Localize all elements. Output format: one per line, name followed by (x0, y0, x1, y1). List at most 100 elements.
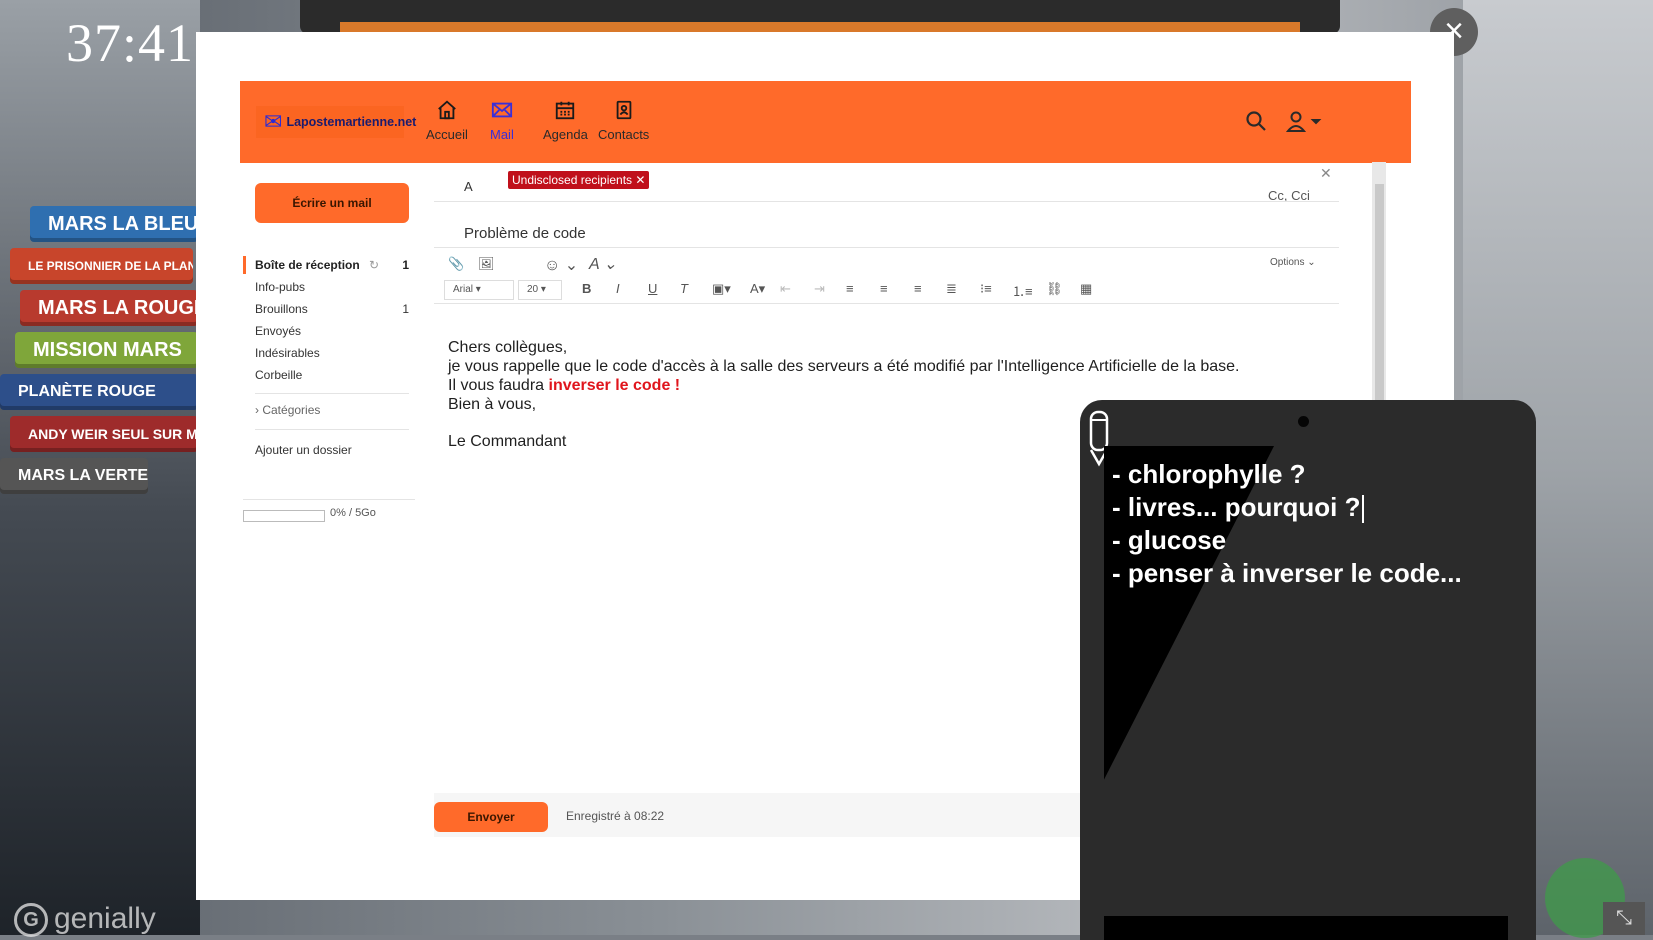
sidebar: Écrire un mail Boîte de réception ↻ 1 In… (240, 163, 425, 853)
font-family-select[interactable]: Arial ▾ (444, 280, 514, 300)
bold-icon[interactable]: B (582, 281, 591, 296)
text-cursor (1362, 495, 1365, 524)
note-text: - livres... pourquoi ? (1112, 492, 1361, 522)
scrollbar[interactable] (1372, 162, 1386, 422)
saved-status: Enregistré à 08:22 (566, 809, 665, 823)
active-folder-indicator (243, 256, 246, 274)
link-icon[interactable]: ⛓ (1046, 281, 1063, 297)
book: MARS LA VERTE (0, 458, 148, 494)
folder-inbox[interactable]: Boîte de réception ↻ 1 (255, 258, 409, 272)
remove-recipient-icon[interactable]: ✕ (635, 173, 645, 187)
nav-contacts[interactable]: Contacts (598, 99, 649, 142)
genially-watermark: Ggenially (14, 902, 156, 938)
image-icon[interactable]: 🖼 (478, 256, 495, 272)
book: PLANÈTE ROUGE (0, 374, 198, 410)
genially-logo-icon: G (14, 903, 48, 938)
body-line: je vous rappelle que le code d'accès à l… (448, 358, 1240, 375)
note-line: - livres... pourquoi ? (1112, 491, 1462, 524)
book: ANDY WEIR SEUL SUR MARS (10, 416, 198, 452)
clear-format-icon[interactable]: T (680, 281, 688, 296)
close-recipients-icon[interactable]: ✕ (1320, 165, 1332, 182)
send-button[interactable]: Envoyer (434, 802, 548, 832)
tablet-camera (1298, 416, 1309, 427)
text-style-icon[interactable]: A ⌄ (589, 254, 617, 274)
divider (434, 247, 1339, 248)
recipient-chip[interactable]: Undisclosed recipients ✕ (508, 171, 650, 189)
attach-icon[interactable]: 📎 (448, 256, 464, 272)
nav-label: Contacts (598, 127, 650, 142)
folder-indesirables[interactable]: Indésirables (255, 346, 409, 360)
folder-label: Corbeille (255, 368, 303, 382)
font-size-select[interactable]: 20 ▾ (518, 280, 562, 300)
emoji-icon[interactable]: ☺ ⌄ (544, 255, 578, 275)
watermark-text: genially (54, 902, 156, 935)
subject-field[interactable]: Problème de code (464, 225, 586, 242)
home-icon (438, 100, 456, 120)
justify-icon[interactable]: ≣ (946, 281, 957, 297)
book: MARS LA BLEUE (30, 206, 198, 242)
align-right-icon[interactable]: ≡ (914, 281, 922, 296)
italic-icon[interactable]: I (616, 281, 620, 296)
chevron-right-icon: › (255, 403, 259, 417)
divider (434, 303, 1339, 304)
divider (255, 429, 409, 430)
divider (243, 499, 415, 500)
nav-label: Agenda (543, 127, 588, 142)
font-size-value: 20 (527, 284, 539, 295)
note-line: - chlorophylle ? (1112, 459, 1306, 489)
folder-info-pubs[interactable]: Info-pubs (255, 280, 409, 294)
folder-label: Brouillons (255, 302, 308, 316)
numbered-list-icon[interactable]: ⒈≡ (1012, 281, 1033, 300)
folder-corbeille[interactable]: Corbeille (255, 368, 409, 382)
categories-toggle[interactable]: › Catégories (255, 403, 409, 417)
folder-brouillons[interactable]: Brouillons 1 (255, 302, 409, 316)
nav-agenda[interactable]: Agenda (543, 99, 588, 142)
bullet-list-icon[interactable]: ⁝≡ (980, 281, 992, 297)
scrollbar-thumb[interactable] (1375, 184, 1384, 404)
fullscreen-icon[interactable]: ⤡ (1603, 902, 1645, 935)
logo[interactable]: ✉ Lapostemartienne.net (256, 106, 416, 138)
user-menu-icon[interactable] (1284, 109, 1324, 133)
book-stack: MARS LA BLEUE LE PRISONNIER DE LA PLANÈT… (0, 200, 200, 500)
align-left-icon[interactable]: ≡ (846, 281, 854, 296)
nav-label: Accueil (426, 127, 468, 142)
nav-mail[interactable]: Mail (490, 99, 514, 142)
options-label: Options (1270, 257, 1305, 268)
note-line: - penser à inverser le code... (1112, 558, 1462, 588)
categories-label: Catégories (262, 403, 321, 417)
body-line: Chers collègues, (448, 339, 568, 356)
envelope-icon: ✉ (264, 109, 283, 134)
refresh-icon[interactable]: ↻ (369, 258, 379, 272)
compose-button[interactable]: Écrire un mail (255, 183, 409, 223)
book: MARS LA ROUGE (20, 290, 198, 326)
folder-envoyes[interactable]: Envoyés (255, 324, 409, 338)
align-center-icon[interactable]: ≡ (880, 281, 888, 296)
divider (434, 201, 1339, 202)
options-toggle[interactable]: Options ⌄ (1270, 257, 1316, 268)
recipient-label: Undisclosed recipients (512, 173, 633, 187)
divider (255, 393, 409, 394)
highlight-icon[interactable]: ▣▾ (712, 281, 731, 297)
book: LE PRISONNIER DE LA PLANÈTE MARS (10, 248, 193, 284)
contacts-icon (616, 100, 631, 120)
folder-count: 1 (402, 302, 409, 316)
table-icon[interactable]: ▦ (1080, 281, 1092, 297)
mail-icon (491, 102, 513, 118)
calendar-icon (556, 101, 575, 120)
add-folder-link[interactable]: Ajouter un dossier (255, 443, 409, 457)
underline-icon[interactable]: U (648, 281, 657, 296)
notes-text[interactable]: - chlorophylle ? - livres... pourquoi ? … (1112, 458, 1462, 590)
search-icon[interactable] (1244, 109, 1268, 133)
note-line: - glucose (1112, 525, 1227, 555)
indent-icon[interactable]: ⇥ (814, 281, 825, 297)
folder-count: 1 (402, 258, 409, 272)
logo-text: Lapostemartienne.net (286, 115, 417, 129)
outdent-icon[interactable]: ⇤ (780, 281, 791, 297)
nav-accueil[interactable]: Accueil (426, 99, 468, 142)
quota-text: 0% / 5Go (330, 507, 376, 519)
book: MISSION MARS (15, 332, 198, 368)
quota-bar (243, 510, 325, 522)
font-color-icon[interactable]: A▾ (750, 281, 765, 297)
to-label: A (464, 179, 473, 194)
tablet-notepad: - chlorophylle ? - livres... pourquoi ? … (1080, 400, 1536, 940)
